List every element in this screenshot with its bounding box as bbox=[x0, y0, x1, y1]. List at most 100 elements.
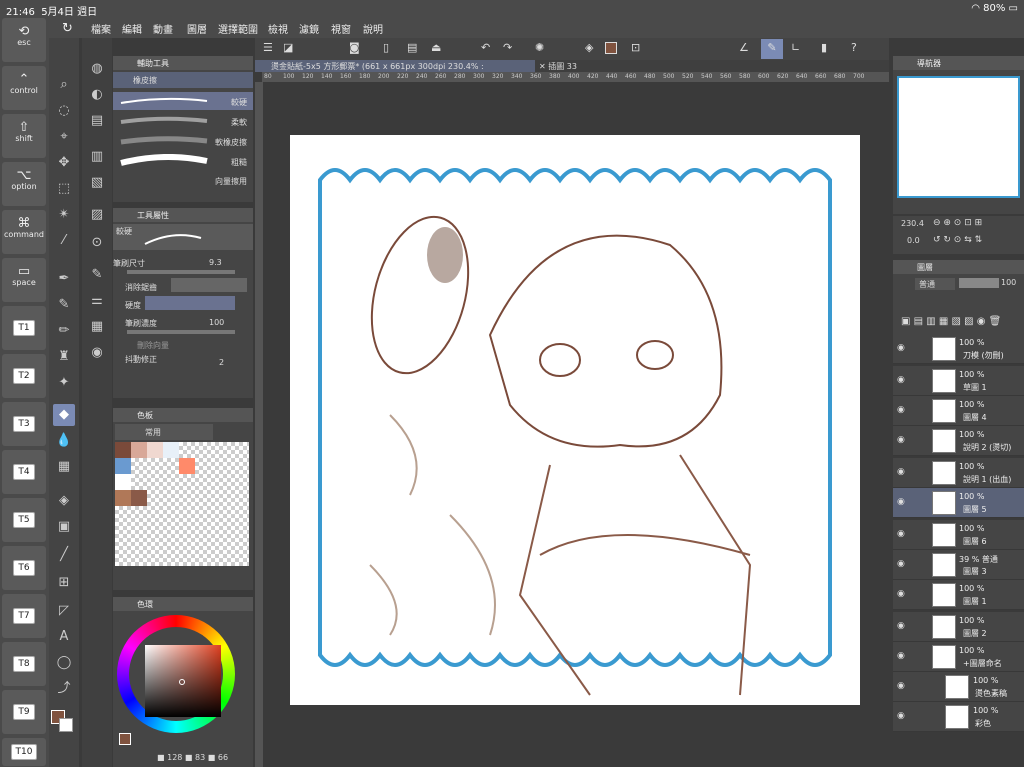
space-key[interactable]: ▭ space bbox=[2, 258, 46, 302]
rotation-controls[interactable]: ↺ ↻ ⊙ ⇆ ⇅ bbox=[933, 235, 982, 245]
eye-icon[interactable]: ◉ bbox=[897, 559, 905, 569]
opacity-value[interactable]: 100 bbox=[1001, 278, 1016, 287]
new-file-icon[interactable]: ◪ bbox=[283, 41, 293, 54]
menu-layer[interactable]: 圖層 bbox=[187, 21, 207, 36]
color-icon[interactable] bbox=[605, 42, 617, 54]
pencil-tool-icon[interactable]: ✎ bbox=[53, 294, 75, 316]
gradient-tool-icon[interactable]: ▣ bbox=[53, 516, 75, 538]
balloon-tool-icon[interactable]: ◯ bbox=[53, 652, 75, 674]
loading-icon[interactable]: ✺ bbox=[535, 41, 544, 54]
device-icon[interactable]: ▮ bbox=[821, 41, 827, 54]
sub-tool-group-icon[interactable]: ▥ bbox=[86, 146, 108, 168]
zoom-value[interactable]: 230.4 bbox=[901, 219, 924, 228]
sub-tool-group-icon[interactable]: ✎ bbox=[86, 264, 108, 286]
eye-icon[interactable]: ◉ bbox=[897, 681, 905, 691]
eye-icon[interactable]: ◉ bbox=[897, 711, 905, 721]
layer-row[interactable]: ◉ 100 % 草圖 1 bbox=[893, 366, 1024, 396]
layer-row[interactable]: ◉ 100 % 圖層 2 bbox=[893, 612, 1024, 642]
tab-other-document[interactable]: ✕ 插圖 33 bbox=[539, 61, 577, 72]
figure-tool-icon[interactable]: ╱ bbox=[53, 544, 75, 566]
layer-row[interactable]: ◉ 100 % 圖層 5 bbox=[893, 488, 1024, 518]
t4-key[interactable]: T4 bbox=[2, 450, 46, 494]
command-key[interactable]: ⌘ command bbox=[2, 210, 46, 254]
menu-selection[interactable]: 選擇範圍 bbox=[218, 21, 258, 36]
layer-row[interactable]: ◉ 100 % 圖層 4 bbox=[893, 396, 1024, 426]
zoom-tool-icon[interactable]: ⌕ bbox=[53, 74, 75, 96]
sub-tool-group-icon[interactable]: ◍ bbox=[86, 58, 108, 80]
snap-grid-icon[interactable]: ∟ bbox=[791, 41, 800, 54]
menu-view[interactable]: 檢視 bbox=[268, 21, 288, 36]
subtool-item-hard[interactable]: 較硬 bbox=[113, 92, 253, 110]
layer-row[interactable]: ◉ 100 % 圖層 6 bbox=[893, 520, 1024, 550]
t1-key[interactable]: T1 bbox=[2, 306, 46, 350]
airbrush-icon[interactable]: ♜ bbox=[53, 346, 75, 368]
control-key[interactable]: ⌃ control bbox=[2, 66, 46, 110]
text-tool-icon[interactable]: A bbox=[53, 626, 75, 648]
swatch[interactable] bbox=[115, 458, 131, 474]
snap-brush-icon[interactable]: ✎ bbox=[761, 39, 783, 59]
swatch[interactable] bbox=[131, 490, 147, 506]
brush-size-slider[interactable] bbox=[127, 270, 235, 274]
t5-key[interactable]: T5 bbox=[2, 498, 46, 542]
fill-icon[interactable]: ◈ bbox=[585, 41, 593, 54]
t8-key[interactable]: T8 bbox=[2, 642, 46, 686]
fill-tool-icon[interactable]: ◈ bbox=[53, 490, 75, 512]
snap-ruler-icon[interactable]: ∠ bbox=[739, 41, 749, 54]
selection-tool-icon[interactable]: ⬚ bbox=[53, 178, 75, 200]
t2-key[interactable]: T2 bbox=[2, 354, 46, 398]
menu-help[interactable]: 說明 bbox=[363, 21, 383, 36]
swatch[interactable] bbox=[115, 442, 131, 458]
blend-mode-select[interactable]: 普通 bbox=[915, 278, 955, 290]
eye-icon[interactable]: ◉ bbox=[897, 497, 905, 507]
layer-row[interactable]: ◉ 39 % 普通 圖層 3 bbox=[893, 550, 1024, 580]
crop-icon[interactable]: ⊡ bbox=[631, 41, 640, 54]
ruler-tool-icon[interactable]: ◸ bbox=[53, 600, 75, 622]
subtool-group-label[interactable]: 橡皮擦 bbox=[113, 72, 253, 88]
sub-tool-group-icon[interactable]: ▨ bbox=[86, 204, 108, 226]
eye-icon[interactable]: ◉ bbox=[897, 529, 905, 539]
sub-tool-group-icon[interactable]: ▦ bbox=[86, 316, 108, 338]
layer-row[interactable]: ◉ 100 % 說明 2 (燙切) bbox=[893, 426, 1024, 456]
opacity-slider[interactable] bbox=[959, 278, 999, 288]
save-icon[interactable]: ▯ bbox=[383, 41, 389, 54]
t7-key[interactable]: T7 bbox=[2, 594, 46, 638]
swatch[interactable] bbox=[115, 474, 131, 490]
export-icon[interactable]: ▤ bbox=[407, 41, 417, 54]
t10-key[interactable]: T10 bbox=[2, 738, 46, 766]
eye-icon[interactable]: ◉ bbox=[897, 343, 905, 353]
sub-tool-group-icon[interactable]: ⊙ bbox=[86, 232, 108, 254]
layer-row[interactable]: ◉ 100 % +圖層命名 bbox=[893, 642, 1024, 672]
brush-density-slider[interactable] bbox=[127, 330, 235, 334]
anti-alias-selector[interactable] bbox=[171, 278, 247, 292]
eye-icon[interactable]: ◉ bbox=[897, 589, 905, 599]
frame-tool-icon[interactable]: ⊞ bbox=[53, 572, 75, 594]
menu-window[interactable]: 視窗 bbox=[331, 21, 351, 36]
t3-key[interactable]: T3 bbox=[2, 402, 46, 446]
decoration-tool-icon[interactable]: ✦ bbox=[53, 372, 75, 394]
t9-key[interactable]: T9 bbox=[2, 690, 46, 734]
current-color-swatch[interactable] bbox=[119, 733, 131, 745]
eye-icon[interactable]: ◉ bbox=[897, 467, 905, 477]
t6-key[interactable]: T6 bbox=[2, 546, 46, 590]
eye-icon[interactable]: ◉ bbox=[897, 435, 905, 445]
camera-icon[interactable]: ◙ bbox=[349, 41, 360, 54]
rotation-value[interactable]: 0.0 bbox=[907, 236, 920, 245]
eraser-tool-icon[interactable]: ◆ bbox=[53, 404, 75, 426]
color-picker-cursor[interactable] bbox=[179, 679, 185, 685]
rotate-tool-icon[interactable]: ◌ bbox=[53, 100, 75, 122]
eye-icon[interactable]: ◉ bbox=[897, 621, 905, 631]
swatch[interactable] bbox=[179, 458, 195, 474]
object-tool-icon[interactable]: ⌖ bbox=[53, 126, 75, 148]
print-icon[interactable]: ⏏ bbox=[431, 41, 441, 54]
layer-row[interactable]: ◉ 100 % 說明 1 (出血) bbox=[893, 458, 1024, 488]
delete-vector-label[interactable]: 刪除向量 bbox=[137, 340, 253, 351]
menu-file[interactable]: 檔案 bbox=[91, 21, 111, 36]
blend-tool-icon[interactable]: 💧 bbox=[53, 430, 75, 452]
sub-color-swatch[interactable] bbox=[59, 718, 73, 732]
correct-line-icon[interactable]: ⤴ bbox=[53, 678, 75, 700]
brush-size-value[interactable]: 9.3 bbox=[209, 258, 253, 267]
tab-active-document[interactable]: 燙金貼紙-5x5 方形郵票* (661 x 661px 300dpi 230.4… bbox=[255, 60, 535, 81]
undo-icon[interactable]: ↶ bbox=[481, 41, 490, 54]
stabilization-value[interactable]: 2 bbox=[219, 358, 253, 367]
esc-key[interactable]: ⟲ esc bbox=[2, 18, 46, 62]
